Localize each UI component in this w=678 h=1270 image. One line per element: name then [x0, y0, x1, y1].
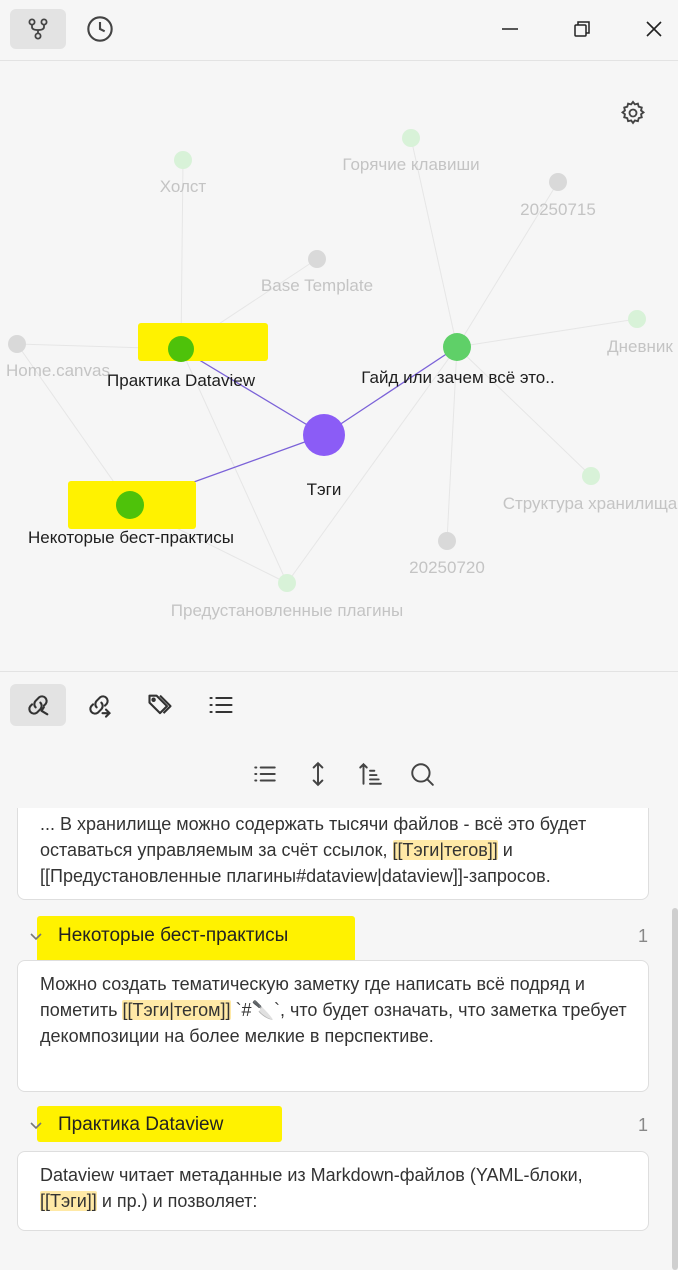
node-20250720	[438, 532, 456, 550]
node-hotkeys	[402, 129, 420, 147]
sort-button[interactable]	[350, 754, 390, 794]
node-best-practices[interactable]	[116, 491, 144, 519]
graph-settings-button[interactable]	[619, 99, 653, 133]
close-icon	[646, 21, 662, 37]
tab-outline[interactable]	[193, 684, 249, 726]
internal-link[interactable]: [[Тэги|тегов]]	[392, 840, 498, 860]
node-guide[interactable]	[443, 333, 471, 361]
sidebar-tabs	[0, 671, 678, 739]
recent-files-button[interactable]	[72, 9, 128, 49]
link-out-icon	[89, 695, 111, 718]
node-label: Горячие клавиши	[342, 155, 480, 174]
node-holst	[174, 151, 192, 169]
restore-icon	[574, 21, 590, 37]
minimize-icon	[502, 28, 518, 30]
collapse-results-button[interactable]	[245, 754, 285, 794]
scrollbar[interactable]	[672, 908, 678, 1270]
minimize-button[interactable]	[488, 10, 532, 48]
chevron-down-icon	[28, 928, 50, 944]
node-label: Холст	[159, 177, 207, 196]
internal-link[interactable]: [[Тэги|тегом]]	[122, 1000, 231, 1020]
tags-icon	[148, 694, 172, 715]
graph-view-button[interactable]	[10, 9, 66, 49]
node-label: 20250715	[520, 200, 596, 219]
node-tags[interactable]	[303, 414, 345, 456]
expand-vertical-icon	[312, 761, 324, 787]
node-diary	[628, 310, 646, 328]
result-group-title: Практика Dataview	[58, 1114, 224, 1135]
link-in-icon	[28, 695, 49, 716]
graph-icon	[28, 18, 48, 40]
node-label: Практика Dataview	[107, 371, 255, 390]
close-button[interactable]	[632, 10, 676, 48]
internal-link[interactable]: [[Тэги]]	[40, 1191, 97, 1211]
marker-highlight	[138, 323, 268, 361]
node-home-canvas	[8, 335, 26, 353]
result-count: 1	[637, 1114, 648, 1135]
node-structure	[582, 467, 600, 485]
search-icon	[411, 763, 434, 786]
node-label: Предустановленные плагины	[170, 601, 404, 620]
tab-outgoing-links[interactable]	[71, 684, 127, 726]
backlinks-toolbar	[0, 738, 678, 808]
tab-backlinks[interactable]	[10, 684, 66, 726]
list-icon	[254, 766, 276, 782]
result-text: Dataview читает метаданные из Markdown-ф…	[40, 1165, 583, 1185]
clock-icon	[87, 16, 113, 42]
node-plugins	[278, 574, 296, 592]
search-result-card[interactable]: Можно создать тематическую заметку где н…	[17, 960, 649, 1092]
search-result-card[interactable]: Dataview читает метаданные из Markdown-ф…	[17, 1151, 649, 1231]
result-count: 1	[637, 925, 648, 946]
node-label: Структура хранилища	[502, 494, 678, 513]
title-bar	[0, 0, 678, 61]
result-group-header[interactable]: Некоторые бест-практисы 1	[28, 918, 648, 954]
tab-tags[interactable]	[132, 684, 188, 726]
node-label: Тэги	[306, 480, 342, 499]
node-label: Некоторые бест-практисы	[27, 528, 235, 547]
node-label: Home.canvas	[6, 361, 110, 380]
node-dataview[interactable]	[168, 336, 194, 362]
graph-view[interactable]: Холст Горячие клавиши 20250715 Base Temp…	[0, 61, 678, 671]
result-group-title: Некоторые бест-практисы	[58, 925, 289, 946]
restore-button[interactable]	[560, 10, 604, 48]
backlinks-list: ... В хранилище можно содержать тысячи ф…	[0, 808, 678, 1270]
node-20250715	[549, 173, 567, 191]
node-base-template	[308, 250, 326, 268]
chevron-down-icon	[28, 1117, 50, 1133]
search-result-card[interactable]: ... В хранилище можно содержать тысячи ф…	[17, 808, 649, 900]
search-button[interactable]	[402, 754, 442, 794]
node-label: Гайд или зачем всё это..	[361, 368, 555, 387]
result-group-header[interactable]: Практика Dataview 1	[28, 1107, 648, 1143]
list-icon	[209, 696, 233, 714]
node-label: Дневник	[607, 337, 673, 356]
sort-icon	[359, 762, 382, 785]
node-label: Base Template	[260, 276, 374, 295]
result-text: и пр.) и позволяет:	[96, 1191, 258, 1211]
gear-icon	[620, 100, 646, 125]
show-more-context-button[interactable]	[298, 754, 338, 794]
node-label: 20250720	[409, 558, 485, 577]
